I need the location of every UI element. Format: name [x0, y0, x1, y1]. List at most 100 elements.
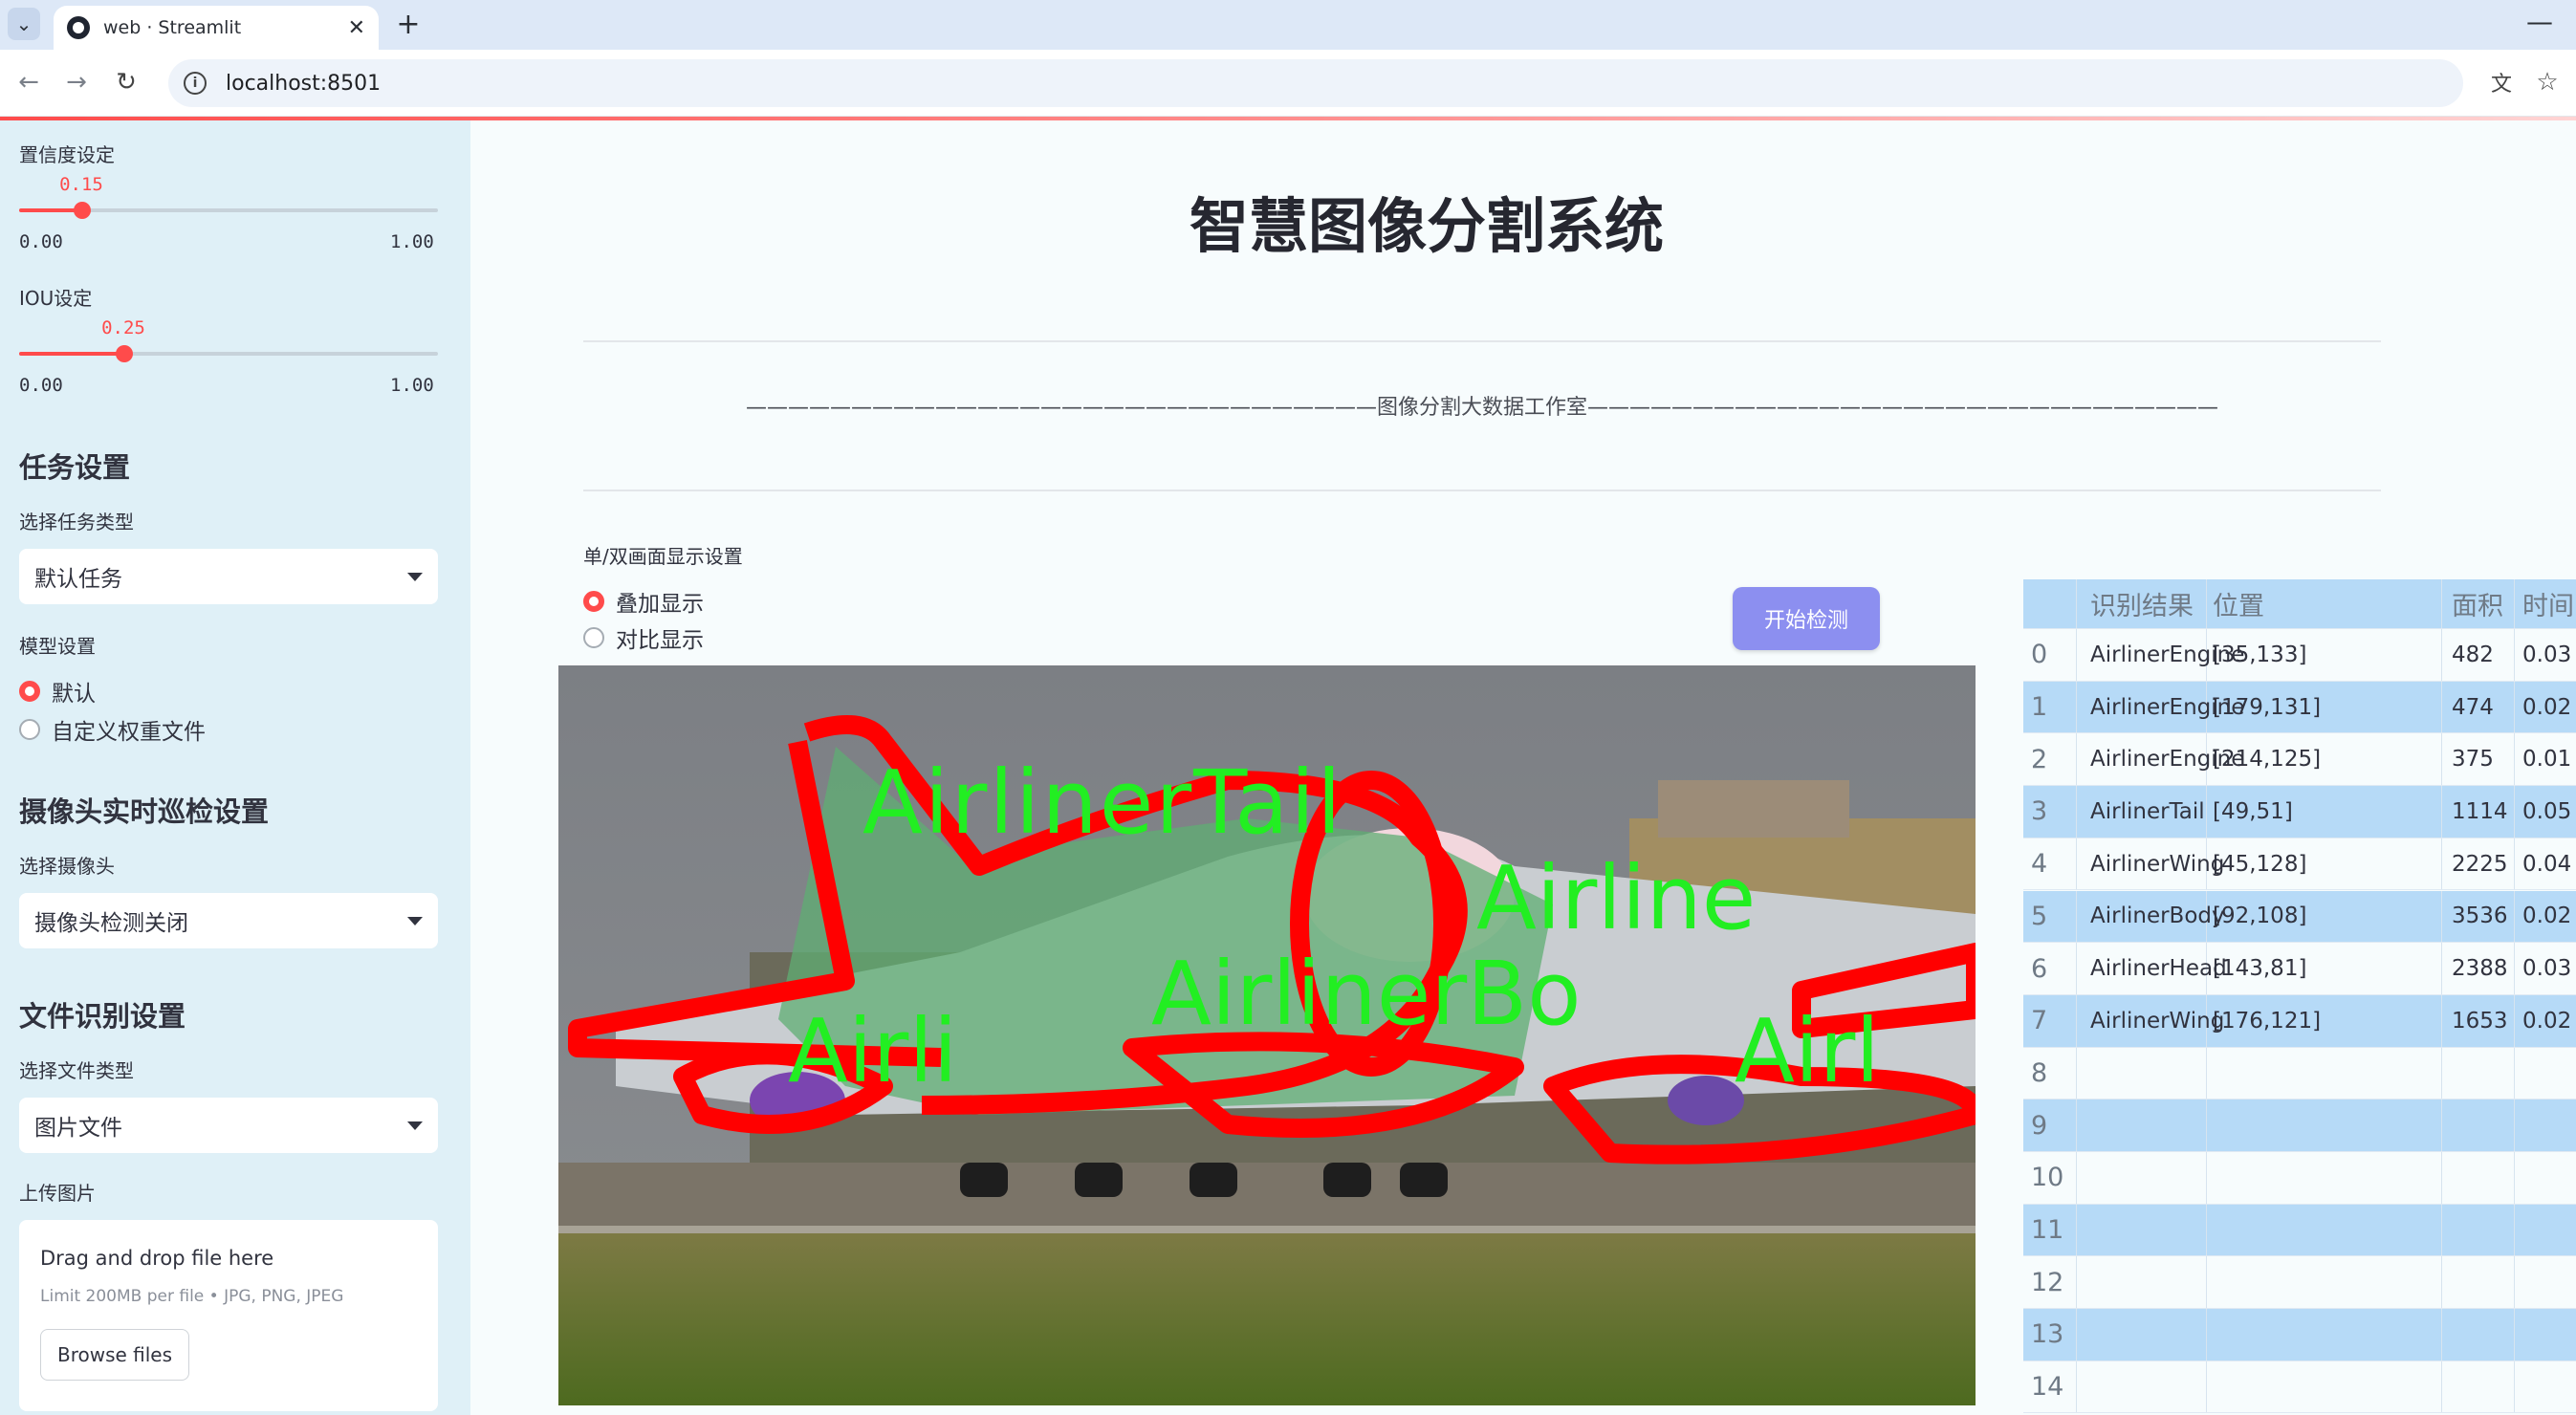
display-option-compare[interactable]: 对比显示 — [583, 621, 704, 654]
table-cell — [2207, 1152, 2442, 1204]
iou-slider-thumb[interactable] — [115, 345, 133, 362]
forward-icon[interactable]: → — [59, 65, 94, 99]
tab-title: web · Streamlit — [103, 17, 242, 38]
studio-banner: ——————————————————————————————图像分割大数据工作室… — [745, 396, 2218, 420]
table-row[interactable]: 1 AirlinerEngine [179,131] 474 0.02 — [2023, 681, 2576, 734]
table-cell: AirlinerWing — [2077, 994, 2224, 1047]
table-row[interactable]: 13 — [2023, 1309, 2576, 1361]
table-cell — [2515, 1205, 2576, 1256]
mask-label-engine: Airl — [1735, 1000, 1880, 1102]
table-cell: 1653 — [2442, 994, 2515, 1047]
table-row[interactable]: 5 AirlinerBody [92,108] 3536 0.02 — [2023, 890, 2576, 944]
bookmark-star-icon[interactable]: ☆ — [2530, 65, 2565, 99]
model-option-label: 自定义权重文件 — [52, 720, 206, 745]
table-cell — [2442, 1047, 2515, 1099]
iou-slider[interactable] — [19, 345, 438, 362]
camera-label: 选择摄像头 — [19, 855, 115, 878]
table-row[interactable]: 3 AirlinerTail [49,51] 1114 0.05 — [2023, 786, 2576, 838]
model-option-custom[interactable]: 自定义权重文件 — [19, 713, 206, 746]
row-index: 8 — [2023, 1047, 2077, 1099]
camera-settings-heading: 摄像头实时巡检设置 — [19, 795, 270, 828]
table-row[interactable]: 8 — [2023, 1047, 2576, 1100]
table-cell: AirlinerEngine — [2077, 733, 2244, 786]
segmentation-result-image: AirlinerTail Airline AirlinerBo Airli Ai… — [558, 665, 1976, 1405]
table-row[interactable]: 7 AirlinerWing [176,121] 1653 0.02 — [2023, 994, 2576, 1048]
row-index: 11 — [2023, 1204, 2077, 1256]
table-row[interactable]: 6 AirlinerHead [143,81] 2388 0.03 — [2023, 943, 2576, 995]
reload-icon[interactable]: ↻ — [109, 65, 143, 99]
display-settings-label: 单/双画面显示设置 — [583, 545, 743, 568]
results-table[interactable]: 识别结果 位置 面积 时间 0 AirlinerEngine [35,133] 482… — [2023, 579, 2576, 1415]
file-uploader-dropzone[interactable]: Drag and drop file here Limit 200MB per … — [19, 1220, 438, 1411]
address-bar: ← → ↻ i localhost:8501 文 ☆ — [0, 50, 2576, 117]
table-row[interactable]: 2 AirlinerEngine [214,125] 375 0.01 — [2023, 733, 2576, 787]
table-cell — [2207, 1047, 2442, 1099]
site-info-icon[interactable]: i — [184, 72, 207, 95]
minimize-window-icon[interactable]: — — [2526, 6, 2553, 37]
radio-selected-icon[interactable] — [583, 591, 604, 612]
table-row[interactable]: 14 — [2023, 1361, 2576, 1414]
display-option-label: 叠加显示 — [616, 592, 704, 617]
table-cell: [176,121] — [2207, 994, 2442, 1047]
table-header: 识别结果 位置 面积 时间 — [2023, 579, 2576, 629]
table-cell: 0.01 — [2515, 733, 2576, 785]
file-type-value: 图片文件 — [34, 1116, 122, 1141]
browse-files-button[interactable]: Browse files — [40, 1329, 189, 1381]
task-type-select[interactable]: 默认任务 — [19, 549, 438, 604]
radio-unselected-icon[interactable] — [19, 719, 40, 740]
camera-select[interactable]: 摄像头检测关闭 — [19, 893, 438, 948]
table-cell: [92,108] — [2207, 890, 2442, 943]
streamlit-favicon-icon — [67, 16, 90, 39]
translate-icon[interactable]: 文 — [2484, 65, 2519, 99]
table-row[interactable]: 11 — [2023, 1204, 2576, 1257]
table-cell — [2442, 1204, 2515, 1256]
file-settings-heading: 文件识别设置 — [19, 1000, 186, 1033]
model-option-default[interactable]: 默认 — [19, 675, 96, 708]
table-row[interactable]: 0 AirlinerEngine [35,133] 482 0.03 — [2023, 629, 2576, 682]
table-cell: AirlinerWing — [2077, 838, 2224, 890]
table-cell — [2077, 1256, 2207, 1309]
table-cell — [2077, 1361, 2207, 1413]
column-header[interactable]: 识别结果 — [2077, 579, 2207, 628]
column-header[interactable]: 位置 — [2207, 579, 2442, 628]
table-row[interactable]: 4 AirlinerWing [45,128] 2225 0.04 — [2023, 838, 2576, 891]
confidence-slider[interactable] — [19, 202, 438, 219]
back-icon[interactable]: ← — [11, 65, 46, 99]
table-row[interactable]: 10 — [2023, 1152, 2576, 1205]
radio-selected-icon[interactable] — [19, 681, 40, 702]
table-cell — [2515, 1048, 2576, 1099]
chevron-down-icon — [407, 916, 423, 925]
file-type-select[interactable]: 图片文件 — [19, 1098, 438, 1153]
task-type-label: 选择任务类型 — [19, 511, 134, 533]
display-option-overlay[interactable]: 叠加显示 — [583, 585, 704, 618]
chevron-down-icon — [407, 572, 423, 581]
divider — [583, 490, 2381, 491]
mask-label-tail: AirlinerTail — [862, 751, 1343, 854]
url-field[interactable]: i localhost:8501 — [168, 59, 2463, 107]
table-cell: 0.05 — [2515, 786, 2576, 838]
iou-max: 1.00 — [390, 375, 434, 396]
table-cell — [2442, 1361, 2515, 1413]
table-cell — [2515, 1099, 2576, 1151]
column-header[interactable]: 面积 — [2442, 579, 2515, 628]
table-cell: 0.02 — [2515, 891, 2576, 943]
table-row[interactable]: 12 — [2023, 1256, 2576, 1310]
table-cell — [2442, 1152, 2515, 1204]
table-cell: 3536 — [2442, 890, 2515, 943]
iou-label: IOU设定 — [19, 287, 93, 310]
file-type-label: 选择文件类型 — [19, 1059, 134, 1082]
table-cell — [2442, 1309, 2515, 1361]
tab-search-icon[interactable]: ⌄ — [8, 8, 40, 40]
close-tab-icon[interactable]: ✕ — [348, 16, 365, 40]
confidence-slider-thumb[interactable] — [73, 202, 91, 219]
new-tab-icon[interactable]: + — [392, 8, 425, 41]
start-detection-button[interactable]: 开始检测 — [1733, 587, 1880, 650]
column-header[interactable]: 时间 — [2515, 579, 2576, 628]
table-cell: 474 — [2442, 681, 2515, 733]
table-row[interactable]: 9 — [2023, 1099, 2576, 1152]
iou-slider-fill — [19, 352, 124, 356]
radio-unselected-icon[interactable] — [583, 627, 604, 648]
browser-tab[interactable]: web · Streamlit ✕ — [54, 6, 379, 50]
table-cell: 482 — [2442, 629, 2515, 681]
row-index: 5 — [2023, 890, 2077, 943]
